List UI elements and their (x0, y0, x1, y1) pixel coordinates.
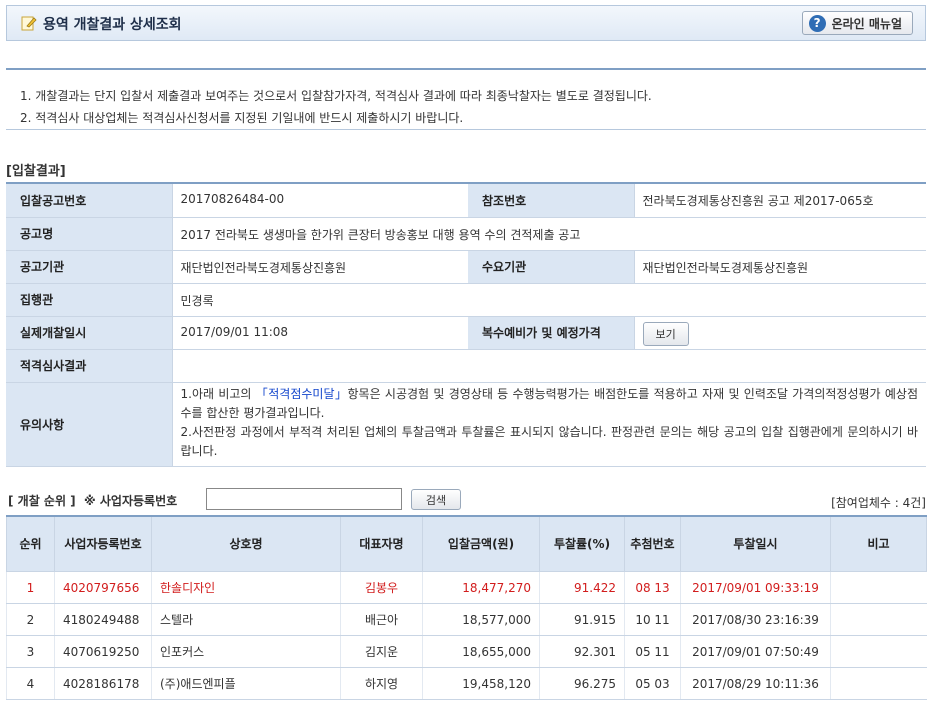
remark-1-text-a: 1.아래 비고의 (180, 386, 256, 401)
cell-biz-no: 4070619250 (54, 635, 152, 668)
cell-rate: 91.915 (539, 603, 625, 636)
ref-no-value: 전라북도경제통상진흥원 공고 제2017-065호 (634, 183, 926, 218)
cell-amount: 18,577,000 (422, 603, 540, 636)
col-rate: 투찰률(%) (539, 516, 625, 572)
cell-draw: 10 11 (624, 603, 681, 636)
cell-biz-no: 4180249488 (54, 603, 152, 636)
notice-no-label: 입찰공고번호 (6, 183, 173, 218)
remark-1: 1.아래 비고의 「적격점수미달」항목은 시공경험 및 경영상태 등 수행능력평… (181, 385, 919, 423)
biz-no-search-label: ※ 사업자등록번호 (84, 494, 178, 508)
officer-label: 집행관 (6, 283, 173, 317)
cell-note (830, 571, 927, 604)
biz-no-search-input[interactable] (206, 488, 402, 510)
remark-2: 2.사전판정 과정에서 부적격 처리된 업체의 투찰금액과 투찰률은 표시되지 … (180, 424, 919, 458)
title-bar: 용역 개찰결과 상세조회 ? 온라인 매뉴얼 (6, 5, 926, 41)
demand-value: 재단법인전라북도경제통상진흥원 (634, 250, 926, 284)
notice-box: 1. 개찰결과는 단지 입찰서 제출결과 보여주는 것으로서 입찰참가자격, 적… (6, 68, 926, 130)
ref-no-label: 참조번호 (468, 183, 635, 218)
table-row: 4 4028186178 (주)애드엔피플 하지영 19,458,120 96.… (6, 667, 927, 700)
cell-rank: 3 (6, 635, 55, 668)
col-biz-no: 사업자등록번호 (54, 516, 152, 572)
officer-value: 민경록 (172, 283, 926, 317)
remarks-value: 1.아래 비고의 「적격점수미달」항목은 시공경험 및 경영상태 등 수행능력평… (172, 382, 926, 467)
ranking-search-row: [ 개찰 순위 ] ※ 사업자등록번호 검색 [참여업체수 : 4건] (6, 488, 926, 514)
notice-name-label: 공고명 (6, 217, 173, 251)
online-manual-button[interactable]: ? 온라인 매뉴얼 (801, 11, 913, 35)
col-ceo: 대표자명 (340, 516, 423, 572)
agency-value: 재단법인전라북도경제통상진흥원 (172, 250, 468, 284)
open-date-label: 실제개찰일시 (6, 316, 173, 350)
cell-rate: 92.301 (539, 635, 625, 668)
qualification-value (172, 349, 926, 383)
cell-draw: 05 03 (624, 667, 681, 700)
cell-rate: 96.275 (539, 667, 625, 700)
demand-label: 수요기관 (468, 250, 635, 284)
cell-amount: 18,655,000 (422, 635, 540, 668)
bid-result-section-label: [입찰결과] (6, 164, 66, 179)
cell-amount: 18,477,270 (422, 571, 540, 604)
cell-date: 2017/08/30 23:16:39 (680, 603, 831, 636)
cell-biz-no: 4028186178 (54, 667, 152, 700)
qual-score-shortfall-link[interactable]: 「적격점수미달」 (256, 387, 348, 401)
cell-company: (주)애드엔피플 (151, 667, 341, 700)
help-icon: ? (808, 14, 826, 32)
col-rank: 순위 (6, 516, 55, 572)
cell-ceo: 김봉우 (340, 571, 423, 604)
cell-date: 2017/09/01 07:50:49 (680, 635, 831, 668)
cell-ceo: 배근아 (340, 603, 423, 636)
table-row: 2 4180249488 스텔라 배근아 18,577,000 91.915 1… (6, 603, 927, 636)
search-button[interactable]: 검색 (411, 489, 461, 510)
col-draw: 추첨번호 (624, 516, 681, 572)
col-note: 비고 (830, 516, 927, 572)
participant-count: [참여업체수 : 4건] (831, 496, 926, 510)
cell-rank: 1 (6, 571, 55, 604)
notice-line-1: 1. 개찰결과는 단지 입찰서 제출결과 보여주는 것으로서 입찰참가자격, 적… (20, 89, 652, 103)
cell-ceo: 하지영 (340, 667, 423, 700)
cell-biz-no: 4020797656 (54, 571, 152, 604)
cell-rank: 2 (6, 603, 55, 636)
cell-company: 인포커스 (151, 635, 341, 668)
col-company: 상호명 (151, 516, 341, 572)
notice-name-value: 2017 전라북도 생생마을 한가위 큰장터 방송홍보 대행 용역 수의 견적제… (172, 217, 926, 251)
ranking-search-label: [ 개찰 순위 ] ※ 사업자등록번호 (8, 492, 177, 509)
cell-draw: 08 13 (624, 571, 681, 604)
cell-draw: 05 11 (624, 635, 681, 668)
cell-company: 한솔디자인 (151, 571, 341, 604)
col-date: 투찰일시 (680, 516, 831, 572)
table-row: 3 4070619250 인포커스 김지운 18,655,000 92.301 … (6, 635, 927, 668)
price-label: 복수예비가 및 예정가격 (468, 316, 635, 350)
pencil-icon (21, 16, 37, 31)
ranking-table: 순위 사업자등록번호 상호명 대표자명 입찰금액(원) 투찰률(%) 추첨번호 … (6, 515, 927, 700)
agency-label: 공고기관 (6, 250, 173, 284)
cell-company: 스텔라 (151, 603, 341, 636)
open-date-value: 2017/09/01 11:08 (172, 316, 468, 350)
cell-note (830, 667, 927, 700)
notice-line-2: 2. 적격심사 대상업체는 적격심사신청서를 지정된 기일내에 반드시 제출하시… (20, 111, 464, 125)
bid-detail-table: 입찰공고번호 20170826484-00 참조번호 전라북도경제통상진흥원 공… (6, 182, 926, 467)
view-price-button[interactable]: 보기 (642, 321, 689, 346)
col-amount: 입찰금액(원) (422, 516, 540, 572)
cell-note (830, 603, 927, 636)
cell-note (830, 635, 927, 668)
remarks-label: 유의사항 (6, 382, 173, 467)
cell-ceo: 김지운 (340, 635, 423, 668)
cell-rate: 91.422 (539, 571, 625, 604)
price-cell: 보기 (634, 316, 926, 350)
notice-no-value: 20170826484-00 (172, 183, 468, 218)
cell-rank: 4 (6, 667, 55, 700)
page-title: 용역 개찰결과 상세조회 (43, 17, 182, 33)
table-row: 1 4020797656 한솔디자인 김봉우 18,477,270 91.422… (6, 571, 927, 604)
online-manual-label: 온라인 매뉴얼 (831, 16, 902, 31)
qualification-label: 적격심사결과 (6, 349, 173, 383)
cell-date: 2017/08/29 10:11:36 (680, 667, 831, 700)
cell-date: 2017/09/01 09:33:19 (680, 571, 831, 604)
cell-amount: 19,458,120 (422, 667, 540, 700)
ranking-label: [ 개찰 순위 ] (8, 494, 76, 508)
